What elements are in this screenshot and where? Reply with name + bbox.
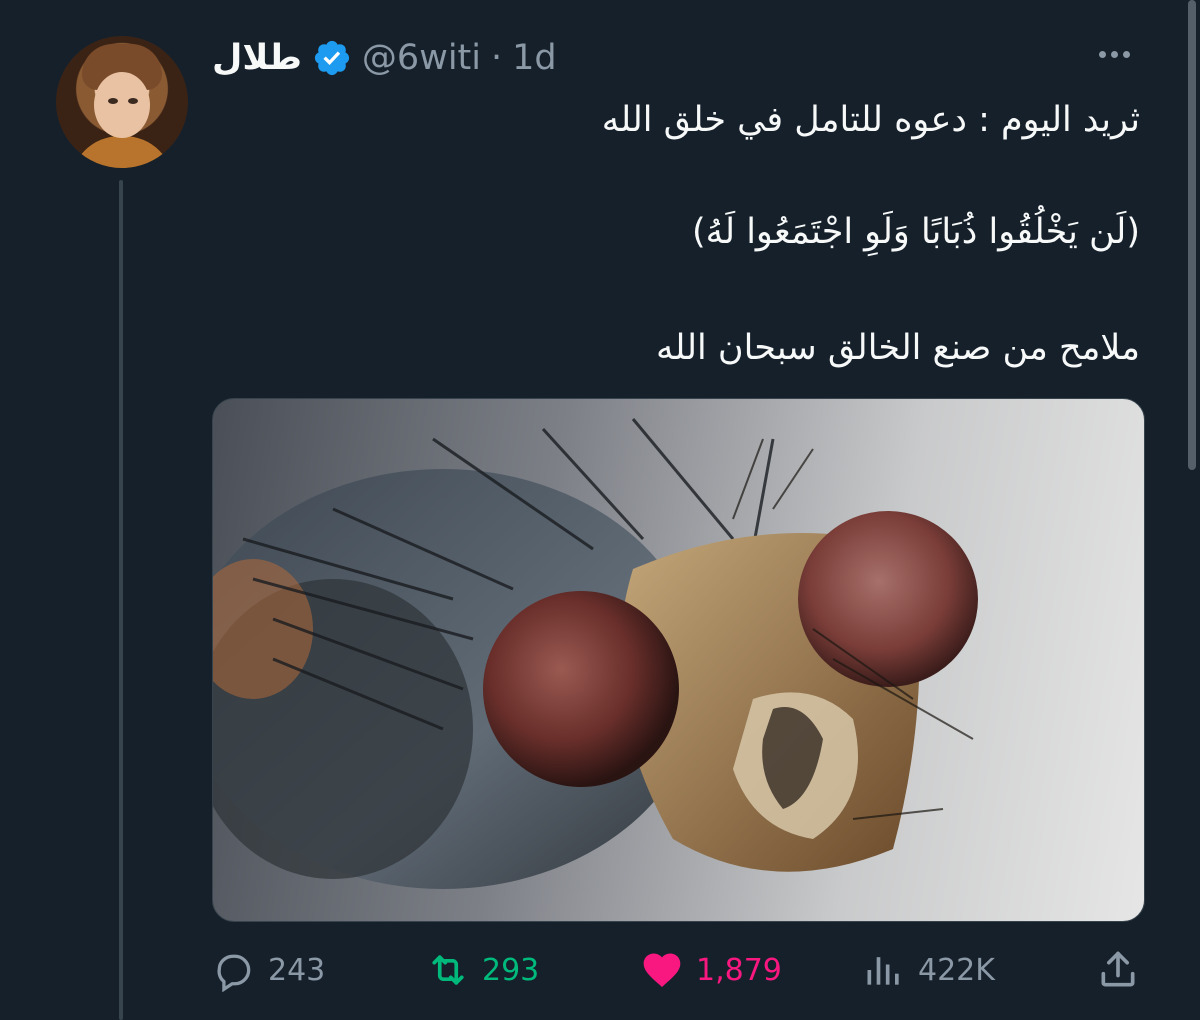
share-icon: [1101, 951, 1135, 987]
retweet-button[interactable]: 293: [426, 944, 539, 996]
tweet-media-image[interactable]: [212, 398, 1145, 922]
share-button[interactable]: [1096, 944, 1140, 996]
views-button[interactable]: 422K: [862, 944, 995, 996]
retweet-count: 293: [482, 952, 540, 988]
author-name[interactable]: طلال: [212, 38, 302, 78]
reply-count: 243: [268, 952, 326, 988]
like-count: 1,879: [696, 952, 782, 988]
like-button[interactable]: 1,879: [640, 944, 782, 996]
more-horizontal-icon[interactable]: [1092, 34, 1136, 74]
views-icon: [867, 957, 899, 985]
views-count: 422K: [918, 952, 995, 988]
tweet-header: طلال @6witi · 1d: [212, 30, 557, 86]
scrollbar[interactable]: [1188, 0, 1196, 470]
avatar[interactable]: [56, 36, 188, 168]
retweet-icon: [432, 955, 464, 985]
verified-badge-icon: [314, 40, 350, 76]
reply-icon: [217, 954, 251, 992]
tweet-page: طلال @6witi · 1d ثريد اليوم : دعوه للتام…: [0, 0, 1200, 1020]
heart-icon: [643, 953, 681, 988]
tweet-time[interactable]: 1d: [512, 38, 557, 78]
separator-dot: ·: [491, 38, 503, 78]
thread-line: [119, 180, 123, 1020]
author-handle[interactable]: @6witi: [362, 38, 481, 78]
tweet-line-3: ملامح من صنع الخالق سبحان الله: [656, 328, 1140, 368]
fly-photo: [213, 418, 978, 889]
tweet-line-2: (لَن يَخْلُقُوا ذُبَابًا وَلَوِ اجْتَمَع…: [692, 212, 1140, 252]
reply-button[interactable]: 243: [212, 944, 325, 996]
tweet-actions: 243 293 1,879 422K: [212, 944, 1142, 996]
tweet-line-1: ثريد اليوم : دعوه للتامل في خلق الله: [601, 100, 1140, 140]
